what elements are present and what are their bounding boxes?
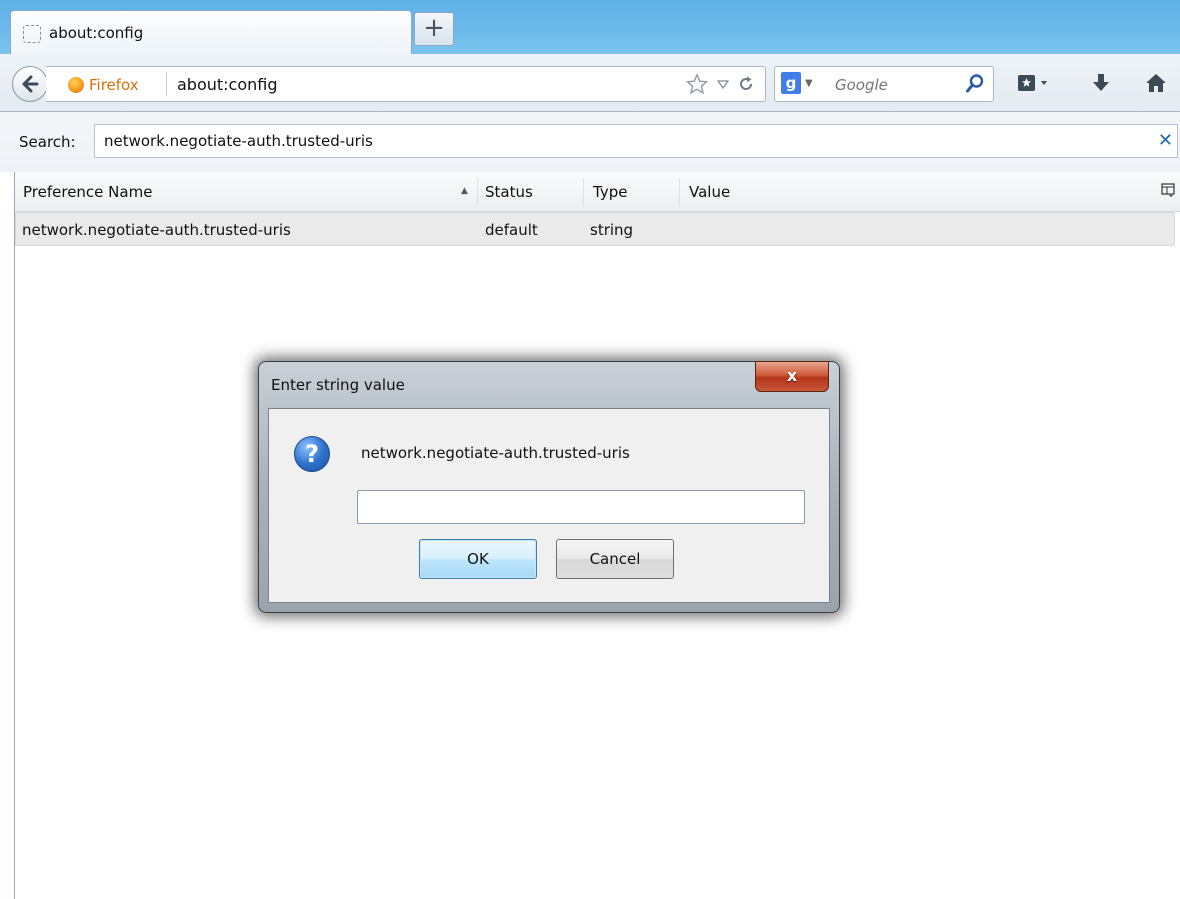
dialog-close-button[interactable]: x (755, 361, 829, 392)
reload-icon[interactable] (737, 75, 755, 93)
column-preference-name[interactable]: Preference Name (23, 183, 152, 201)
page-icon (23, 25, 41, 43)
column-divider (583, 178, 584, 206)
column-value[interactable]: Value (689, 183, 730, 201)
pref-type-cell: string (590, 221, 634, 239)
google-icon: g (781, 72, 801, 94)
config-search-row: Search: network.negotiate-auth.trusted-u… (0, 112, 1180, 172)
column-picker-icon[interactable] (1161, 183, 1175, 197)
navigation-toolbar: Firefox about:config g ▼ (0, 54, 1180, 112)
cancel-button[interactable]: Cancel (556, 539, 674, 579)
tree-header: Preference Name ▲ Status Type Value (15, 172, 1180, 212)
history-dropdown-icon[interactable] (717, 79, 729, 89)
web-search-input[interactable] (833, 74, 947, 96)
column-status[interactable]: Status (485, 183, 533, 201)
config-search-value[interactable]: network.negotiate-auth.trusted-uris (104, 132, 373, 150)
column-divider (477, 178, 478, 206)
enter-string-dialog: Enter string value x ? network.negotiate… (258, 361, 840, 613)
identity-label: Firefox (89, 76, 139, 94)
dialog-body: ? network.negotiate-auth.trusted-uris OK… (268, 408, 830, 603)
search-bar[interactable]: g ▼ (774, 66, 994, 102)
search-label: Search: (19, 133, 76, 151)
url-bar[interactable]: Firefox about:config (46, 66, 766, 102)
bookmarks-icon (1018, 75, 1047, 91)
identity-divider (166, 72, 167, 96)
back-button[interactable] (12, 66, 48, 102)
pref-status-cell: default (485, 221, 538, 239)
home-button[interactable] (1144, 68, 1168, 98)
dialog-title: Enter string value (271, 376, 405, 394)
table-row[interactable]: network.negotiate-auth.trusted-uris defa… (15, 212, 1175, 246)
search-icon[interactable] (965, 73, 985, 95)
bookmark-star-icon[interactable] (685, 73, 709, 95)
download-arrow-icon (1093, 74, 1109, 91)
tab-title: about:config (49, 24, 144, 42)
identity-box[interactable]: Firefox (68, 75, 139, 95)
string-value-input[interactable] (357, 490, 805, 524)
pref-name-cell: network.negotiate-auth.trusted-uris (22, 221, 291, 239)
clear-search-icon[interactable]: ✕ (1158, 130, 1173, 151)
ok-button[interactable]: OK (419, 539, 537, 579)
sort-ascending-icon: ▲ (461, 186, 468, 196)
config-search-input[interactable]: network.negotiate-auth.trusted-uris ✕ (94, 124, 1178, 158)
url-text[interactable]: about:config (177, 75, 278, 94)
column-type[interactable]: Type (593, 183, 627, 201)
back-arrow-icon (22, 75, 39, 93)
new-tab-button[interactable]: + (414, 12, 454, 46)
downloads-button[interactable] (1090, 68, 1112, 98)
firefox-icon (68, 77, 84, 93)
column-divider (679, 178, 680, 206)
home-icon (1146, 74, 1166, 92)
search-engine-button[interactable]: g ▼ (781, 72, 813, 94)
tab-about-config[interactable]: about:config (10, 10, 412, 54)
question-icon: ? (294, 436, 330, 472)
chevron-down-icon: ▼ (805, 77, 813, 89)
tab-strip: about:config + (0, 0, 1180, 54)
dialog-message: network.negotiate-auth.trusted-uris (361, 444, 630, 462)
bookmarks-menu-button[interactable] (1016, 68, 1052, 98)
